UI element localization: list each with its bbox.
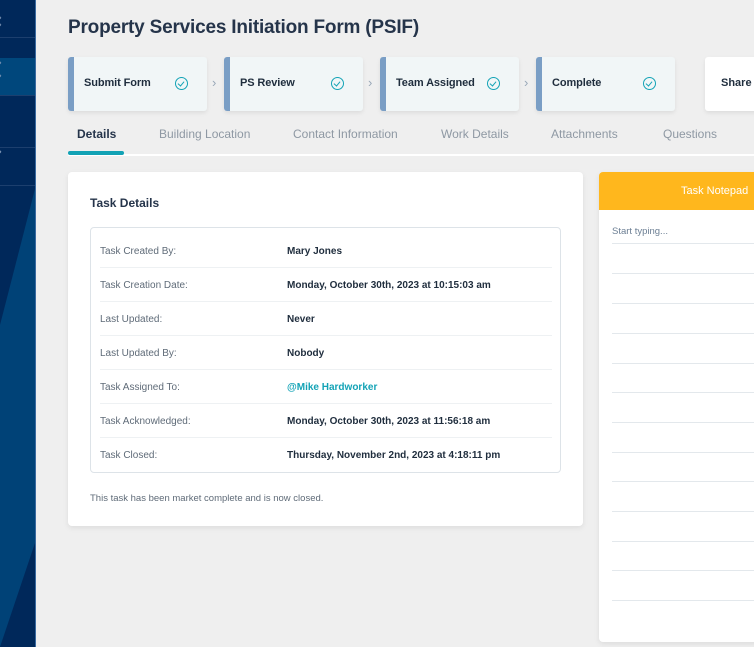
task-details-table: Task Created By: Mary Jones Task Creatio…	[90, 227, 561, 473]
notepad-line	[612, 363, 754, 364]
check-circle-icon	[487, 77, 500, 90]
chevron-right-icon: ›	[524, 75, 529, 90]
notepad-line	[612, 422, 754, 423]
notepad-line	[612, 392, 754, 393]
chevron-right-icon: ›	[0, 146, 2, 158]
notepad-line	[612, 511, 754, 512]
detail-value: Monday, October 30th, 2023 at 11:56:18 a…	[287, 416, 491, 427]
step-accent-bar	[224, 57, 230, 111]
detail-label: Task Creation Date:	[100, 280, 188, 291]
step-label: Team Assigned	[396, 77, 475, 89]
notepad-line	[612, 273, 754, 274]
step-submit-form[interactable]: Submit Form	[68, 57, 207, 111]
notepad-line	[612, 243, 754, 244]
task-notepad: Task Notepad Start typing...	[599, 172, 754, 642]
detail-value: Thursday, November 2nd, 2023 at 4:18:11 …	[287, 450, 501, 461]
notepad-line	[612, 541, 754, 542]
step-complete[interactable]: Complete	[536, 57, 675, 111]
notepad-line	[612, 333, 754, 334]
step-accent-bar	[68, 57, 74, 111]
notepad-line	[612, 481, 754, 482]
detail-row: Task Created By: Mary Jones	[100, 234, 552, 268]
sidebar-decoration	[0, 188, 35, 647]
notepad-line	[612, 303, 754, 304]
step-label: Submit Form	[84, 77, 151, 89]
notepad-line	[612, 452, 754, 453]
detail-value: Mary Jones	[287, 246, 343, 257]
assignee-link[interactable]: @Mike Hardworker	[287, 382, 377, 393]
card-title: Task Details	[90, 196, 160, 210]
detail-value: Nobody	[287, 348, 325, 359]
detail-label: Task Assigned To:	[100, 382, 180, 393]
chevron-right-icon: ›	[0, 19, 2, 31]
check-circle-icon	[331, 77, 344, 90]
detail-row: Last Updated By: Nobody	[100, 336, 552, 370]
notepad-header: Task Notepad	[599, 172, 754, 210]
check-circle-icon	[175, 77, 188, 90]
step-accent-bar	[536, 57, 542, 111]
detail-row: Task Closed: Thursday, November 2nd, 202…	[100, 438, 552, 472]
task-details-card: Task Details Task Created By: Mary Jones…	[68, 172, 583, 526]
tab-contact-information[interactable]: Contact Information	[293, 127, 398, 141]
step-accent-bar	[380, 57, 386, 111]
detail-label: Task Created By:	[100, 246, 177, 257]
step-label: PS Review	[240, 77, 295, 89]
tab-attachments[interactable]: Attachments	[551, 127, 618, 141]
sidebar: › › › › › ›	[0, 0, 36, 647]
chevron-right-icon: ›	[212, 75, 217, 90]
notepad-title: Task Notepad	[681, 185, 749, 197]
tab-details[interactable]: Details	[77, 127, 116, 141]
detail-value: Never	[287, 314, 315, 325]
detail-row: Last Updated: Never	[100, 302, 552, 336]
detail-row: Task Acknowledged: Monday, October 30th,…	[100, 404, 552, 438]
detail-label: Task Acknowledged:	[100, 416, 191, 427]
detail-value: Monday, October 30th, 2023 at 10:15:03 a…	[287, 280, 491, 291]
tab-building-location[interactable]: Building Location	[159, 127, 250, 141]
active-tab-indicator	[68, 151, 124, 155]
detail-label: Last Updated By:	[100, 348, 177, 359]
chevron-right-icon: ›	[0, 57, 2, 69]
share-label: Share	[721, 77, 752, 89]
check-circle-icon	[643, 77, 656, 90]
chevron-right-icon: ›	[368, 75, 373, 90]
share-button[interactable]: Share	[705, 57, 754, 111]
detail-label: Task Closed:	[100, 450, 158, 461]
step-ps-review[interactable]: PS Review	[224, 57, 363, 111]
detail-row: Task Assigned To: @Mike Hardworker	[100, 370, 552, 404]
tab-work-details[interactable]: Work Details	[441, 127, 509, 141]
step-label: Complete	[552, 77, 602, 89]
status-note: This task has been market complete and i…	[90, 493, 324, 504]
detail-row: Task Creation Date: Monday, October 30th…	[100, 268, 552, 302]
step-team-assigned[interactable]: Team Assigned	[380, 57, 519, 111]
notepad-line	[612, 570, 754, 571]
notepad-input[interactable]: Start typing...	[612, 226, 668, 237]
notepad-line	[612, 600, 754, 601]
tab-bar: Details Building Location Contact Inform…	[68, 126, 754, 156]
detail-label: Last Updated:	[100, 314, 163, 325]
page-title: Property Services Initiation Form (PSIF)	[68, 17, 419, 38]
tab-questions[interactable]: Questions	[663, 127, 717, 141]
